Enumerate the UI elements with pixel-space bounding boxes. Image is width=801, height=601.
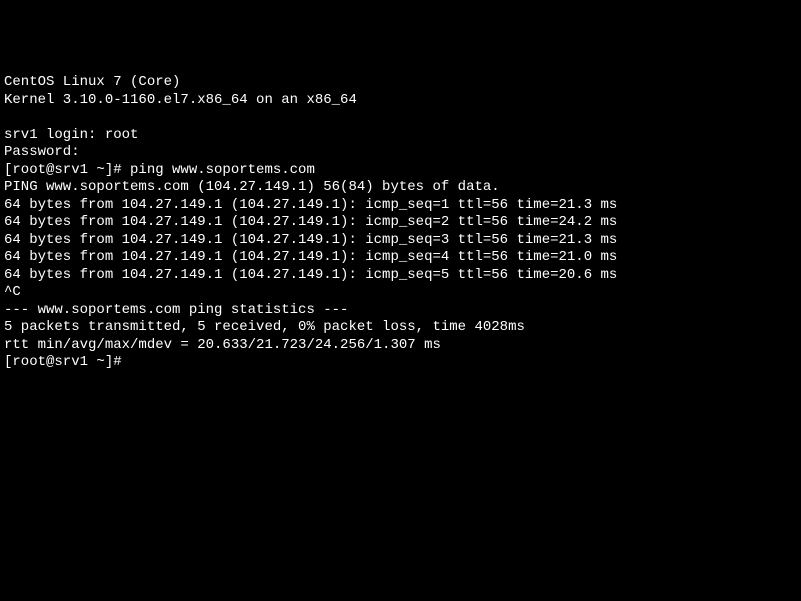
- ping-reply: 64 bytes from 104.27.149.1 (104.27.149.1…: [4, 197, 797, 215]
- login-prompt: srv1 login: root: [4, 127, 797, 145]
- stats-header: --- www.soportems.com ping statistics --…: [4, 302, 797, 320]
- stats-packets: 5 packets transmitted, 5 received, 0% pa…: [4, 319, 797, 337]
- cursor-icon: [130, 356, 138, 370]
- password-prompt: Password:: [4, 144, 797, 162]
- ping-reply: 64 bytes from 104.27.149.1 (104.27.149.1…: [4, 232, 797, 250]
- ping-reply: 64 bytes from 104.27.149.1 (104.27.149.1…: [4, 214, 797, 232]
- terminal-screen[interactable]: CentOS Linux 7 (Core)Kernel 3.10.0-1160.…: [4, 74, 797, 372]
- blank-line: [4, 109, 797, 127]
- stats-rtt: rtt min/avg/max/mdev = 20.633/21.723/24.…: [4, 337, 797, 355]
- shell-prompt[interactable]: [root@srv1 ~]#: [4, 354, 797, 372]
- kernel-line: Kernel 3.10.0-1160.el7.x86_64 on an x86_…: [4, 92, 797, 110]
- ping-command: [root@srv1 ~]# ping www.soportems.com: [4, 162, 797, 180]
- prompt-text: [root@srv1 ~]#: [4, 354, 130, 370]
- os-name-line: CentOS Linux 7 (Core): [4, 74, 797, 92]
- ping-header: PING www.soportems.com (104.27.149.1) 56…: [4, 179, 797, 197]
- ping-reply: 64 bytes from 104.27.149.1 (104.27.149.1…: [4, 267, 797, 285]
- ping-reply: 64 bytes from 104.27.149.1 (104.27.149.1…: [4, 249, 797, 267]
- interrupt-signal: ^C: [4, 284, 797, 302]
